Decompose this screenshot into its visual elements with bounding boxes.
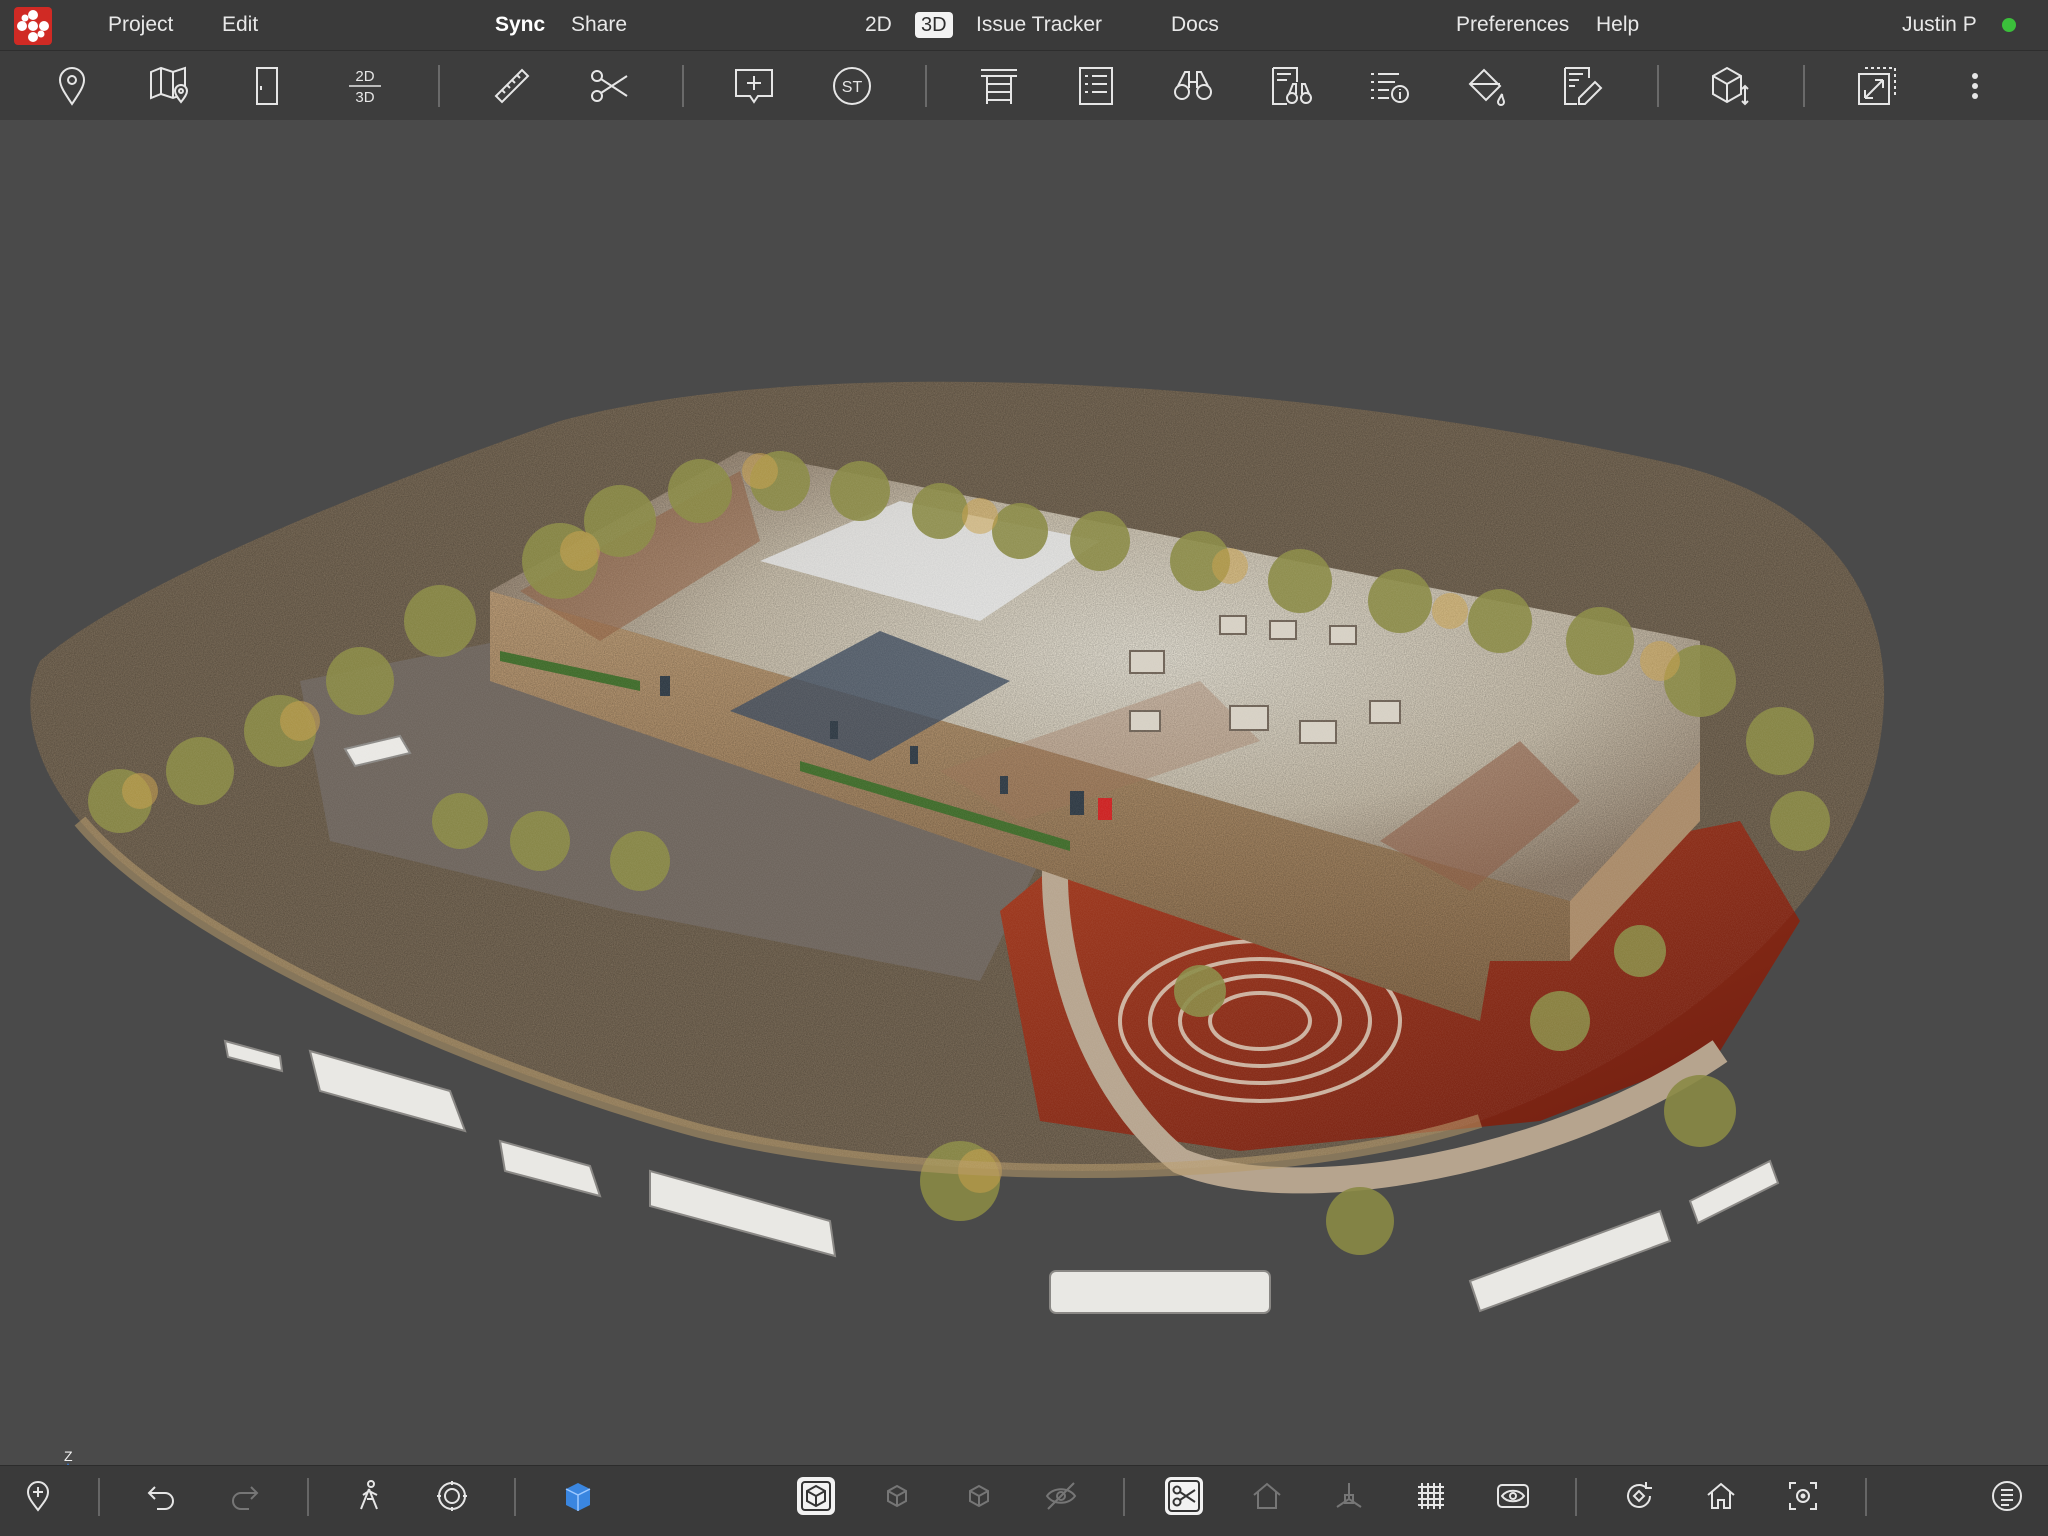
menu-docs[interactable]: Docs [1171, 0, 1219, 50]
undo-icon[interactable] [140, 1474, 184, 1518]
bottombar-divider [1865, 1478, 1867, 1516]
toolbar-divider [1657, 65, 1659, 107]
more-icon[interactable] [1951, 63, 1999, 109]
house-dim-icon[interactable] [1245, 1474, 1289, 1518]
st-label: ST [842, 79, 863, 96]
toolbar-divider [925, 65, 927, 107]
menu-share[interactable]: Share [571, 0, 627, 50]
axis-dim-icon[interactable] [1327, 1474, 1371, 1518]
bottombar-divider [98, 1478, 100, 1516]
ruler-icon[interactable] [488, 63, 536, 109]
menu-help[interactable]: Help [1596, 0, 1639, 50]
binoculars-icon[interactable] [1169, 63, 1217, 109]
toolbar-divider [438, 65, 440, 107]
bottom-toolbar [0, 1465, 2048, 1536]
list-icon[interactable] [1072, 63, 1120, 109]
toolbar-divider [1803, 65, 1805, 107]
menu-preferences[interactable]: Preferences [1456, 0, 1569, 50]
scissors-icon[interactable] [585, 63, 633, 109]
stack-icon[interactable] [975, 63, 1023, 109]
resize-icon[interactable] [1853, 63, 1901, 109]
bottombar-divider [1123, 1478, 1125, 1516]
blue-cube-icon[interactable] [556, 1474, 600, 1518]
rotate-reset-icon[interactable] [1617, 1474, 1661, 1518]
box-eye-icon[interactable] [1039, 1474, 1083, 1518]
st-icon[interactable]: ST [828, 63, 876, 109]
online-status-indicator [2002, 18, 2016, 32]
2d-3d-toggle-icon[interactable]: 2D 3D [341, 63, 389, 109]
home-icon[interactable] [1699, 1474, 1743, 1518]
markup-edit-icon[interactable] [1559, 63, 1607, 109]
menu-issue-tracker[interactable]: Issue Tracker [976, 0, 1102, 50]
bottombar-divider [1575, 1478, 1577, 1516]
3d-viewport[interactable]: Z X Y [0, 121, 2048, 1465]
clip-icon[interactable] [1165, 1477, 1203, 1515]
cube-dimensions-icon[interactable] [1707, 63, 1755, 109]
mode-2d-button[interactable]: 2D [865, 0, 892, 50]
app-logo-icon[interactable] [14, 7, 52, 45]
add-point-icon[interactable] [16, 1474, 60, 1518]
mode-3d-button[interactable]: 3D [915, 12, 953, 38]
clipboard-binoculars-icon[interactable] [1267, 63, 1315, 109]
toggle-3d-label: 3D [355, 89, 374, 106]
axis-z-label: Z [64, 1449, 73, 1464]
location-pin-icon[interactable] [48, 63, 96, 109]
info-list-icon[interactable] [1365, 63, 1413, 109]
walk-icon[interactable] [348, 1474, 392, 1518]
paint-bucket-icon[interactable] [1462, 63, 1510, 109]
eye-icon[interactable] [1491, 1474, 1535, 1518]
grid-icon[interactable] [1409, 1474, 1453, 1518]
menu-edit[interactable]: Edit [222, 0, 258, 50]
door-icon[interactable] [243, 63, 291, 109]
point-cloud-scene[interactable] [0, 121, 2048, 1465]
map-pin-icon[interactable] [145, 63, 193, 109]
focus-icon[interactable] [1781, 1474, 1825, 1518]
bottombar-divider [307, 1478, 309, 1516]
toolbar-divider [682, 65, 684, 107]
menu-project[interactable]: Project [108, 0, 173, 50]
notes-icon[interactable] [1985, 1474, 2029, 1518]
add-comment-icon[interactable] [730, 63, 778, 109]
box-dim-1-icon[interactable] [875, 1474, 919, 1518]
bottombar-divider [514, 1478, 516, 1516]
toggle-2d-label: 2D [355, 68, 374, 85]
orbit-icon[interactable] [430, 1474, 474, 1518]
redo-icon[interactable] [222, 1474, 266, 1518]
box-dim-2-icon[interactable] [957, 1474, 1001, 1518]
orientation-axes-gizmo: Z X Y [64, 1449, 73, 1465]
menu-bar: Project Edit Sync Share 2D 3D Issue Trac… [0, 0, 2048, 50]
menu-sync[interactable]: Sync [495, 0, 545, 50]
toolbar: 2D 3D ST [0, 50, 2048, 120]
box-view-icon[interactable] [797, 1477, 835, 1515]
user-name[interactable]: Justin P [1902, 0, 1977, 50]
